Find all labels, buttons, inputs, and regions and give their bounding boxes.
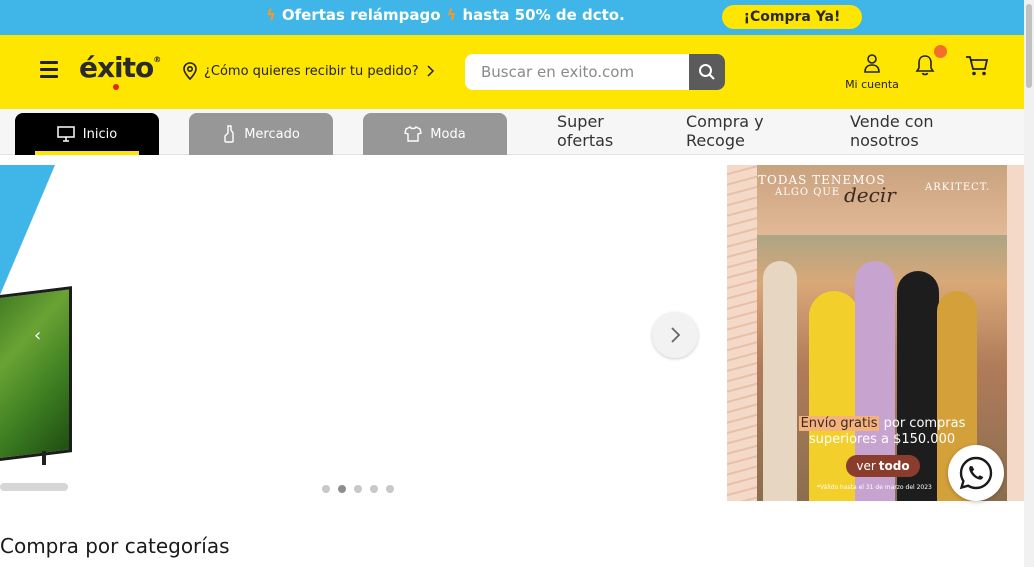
- bottle-icon: [224, 125, 234, 143]
- account-button[interactable]: Mi cuenta: [842, 53, 902, 91]
- promo-bar[interactable]: ϟ Ofertas relámpago ϟ hasta 50% de dcto.…: [0, 0, 1024, 35]
- search-button[interactable]: [689, 54, 725, 90]
- search-icon: [699, 64, 715, 80]
- model-figure: [763, 261, 797, 501]
- logo-dot: [113, 84, 119, 90]
- tv-shadow: [0, 483, 68, 491]
- promo-text[interactable]: ϟ Ofertas relámpago ϟ hasta 50% de dcto.: [266, 6, 625, 24]
- logo-text: éxito: [79, 51, 154, 84]
- account-label: Mi cuenta: [845, 78, 899, 91]
- ver-todo-prefix: ver: [856, 459, 876, 473]
- nav-link-compra-y-recoge[interactable]: Compra y Recoge: [686, 112, 776, 150]
- ad-promo-text: Envío gratis por compras superiores a $1…: [787, 416, 977, 448]
- ad-title-line-2: ALGO QUE: [775, 187, 841, 198]
- page-scrollbar[interactable]: [1024, 0, 1034, 567]
- cart-button[interactable]: [965, 55, 989, 81]
- delivery-selector[interactable]: ¿Cómo quieres recibir tu pedido?: [182, 62, 435, 80]
- chevron-left-icon[interactable]: ‹: [34, 325, 41, 346]
- tab-moda[interactable]: Moda: [363, 113, 507, 155]
- chevron-right-icon: [671, 327, 681, 343]
- whatsapp-icon: [959, 456, 993, 490]
- cart-icon: [966, 56, 989, 76]
- notifications-button[interactable]: [914, 45, 947, 81]
- banner-decoration: [0, 165, 55, 295]
- bell-icon: [915, 55, 935, 76]
- delivery-prompt: ¿Cómo quieres recibir tu pedido?: [204, 63, 419, 79]
- ad-legal-text: *Válido hasta el 31 de marzo del 2023: [817, 484, 932, 491]
- tab-mercado[interactable]: Mercado: [189, 113, 333, 155]
- exito-logo[interactable]: éxito®: [79, 51, 161, 90]
- carousel-dot[interactable]: [386, 485, 394, 493]
- tab-moda-label: Moda: [430, 126, 466, 142]
- tv-stand: [42, 451, 46, 465]
- buy-now-button[interactable]: ¡Compra Ya!: [722, 5, 862, 29]
- chevron-right-icon: [427, 65, 434, 77]
- user-icon: [864, 54, 880, 73]
- tab-inicio[interactable]: Inicio: [15, 113, 159, 155]
- promo-text-2: hasta 50% de dcto.: [462, 6, 625, 24]
- category-nav: Inicio Mercado Moda Super ofertas Compra…: [0, 109, 1024, 155]
- search-input[interactable]: [465, 54, 689, 90]
- ad-pattern: [727, 165, 757, 501]
- ver-todo-bold: todo: [878, 459, 910, 473]
- notification-badge: [934, 45, 947, 58]
- menu-icon[interactable]: [40, 61, 58, 79]
- monitor-icon: [57, 126, 75, 142]
- nav-link-super-ofertas[interactable]: Super ofertas: [557, 112, 637, 150]
- scrollbar-thumb[interactable]: [1026, 4, 1032, 88]
- ver-todo-button[interactable]: ver todo: [846, 455, 920, 477]
- carousel-dot[interactable]: [338, 485, 346, 493]
- active-tab-indicator: [35, 151, 139, 155]
- promo-text-1: Ofertas relámpago: [281, 6, 441, 24]
- lightning-icon: ϟ: [266, 6, 276, 24]
- whatsapp-button[interactable]: [948, 445, 1004, 501]
- ad-script-word: decir: [844, 183, 896, 207]
- ad-promo-highlight: Envío gratis: [798, 416, 880, 431]
- carousel-dot[interactable]: [322, 485, 330, 493]
- shirt-icon: [404, 126, 423, 142]
- tab-mercado-label: Mercado: [244, 126, 300, 142]
- tv-product-image: [0, 286, 72, 466]
- nav-link-vende-con-nosotros[interactable]: Vende con nosotros: [850, 112, 950, 150]
- logo-registered-mark: ®: [153, 55, 161, 64]
- ad-brand: ARKITECT.: [925, 182, 991, 193]
- hero-carousel[interactable]: ‹: [0, 165, 718, 501]
- tab-inicio-label: Inicio: [82, 126, 118, 142]
- carousel-dot[interactable]: [370, 485, 378, 493]
- location-pin-icon: [183, 62, 197, 80]
- categories-section-title: Compra por categorías: [0, 534, 230, 558]
- lightning-icon: ϟ: [446, 6, 457, 24]
- carousel-next-button[interactable]: [652, 312, 698, 358]
- carousel-dots: [322, 485, 394, 493]
- search-bar: [465, 54, 725, 90]
- carousel-dot[interactable]: [354, 485, 362, 493]
- main-header: éxito® ¿Cómo quieres recibir tu pedido? …: [0, 35, 1024, 109]
